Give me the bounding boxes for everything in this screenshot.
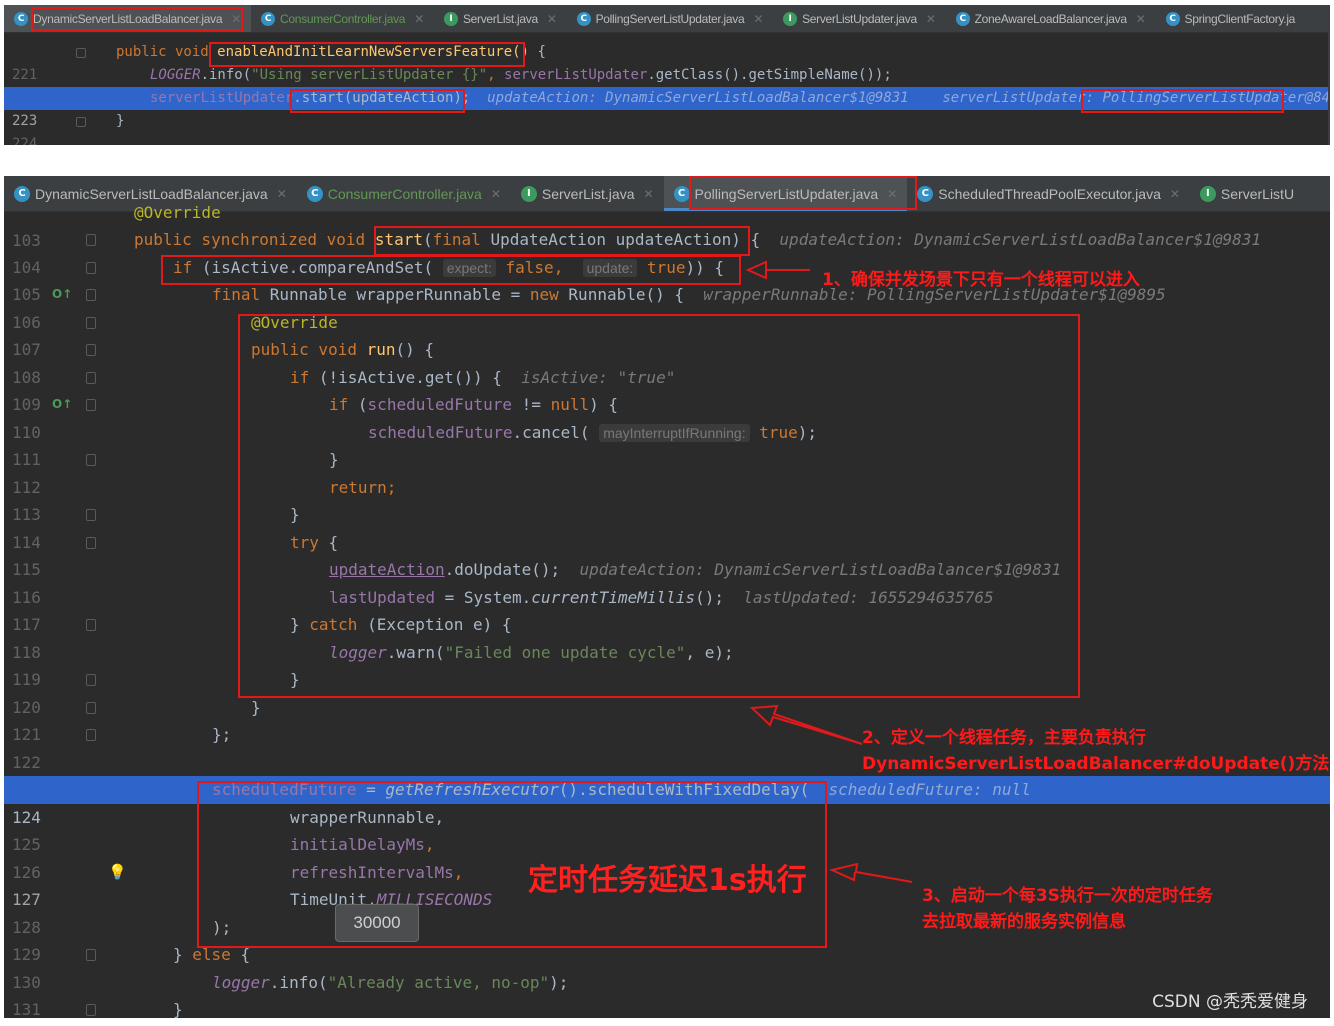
editor-panel-top: C DynamicServerListLoadBalancer.java ✕ C… <box>4 5 1330 145</box>
code-line: 115 try { <box>4 529 1330 580</box>
code-line: 120 } <box>4 666 1330 717</box>
code-line: 131 logger.info("Already active, no-op")… <box>4 969 1330 1019</box>
tab-zone-aware-load-balancer[interactable]: C ZoneAwareLoadBalancer.java ✕ <box>946 5 1156 32</box>
fold-icon[interactable] <box>86 509 96 521</box>
fold-icon[interactable] <box>86 316 96 329</box>
code-line: 121 } <box>4 694 1330 745</box>
editor-panel-main: C DynamicServerListLoadBalancer.java ✕ C… <box>4 176 1330 1018</box>
tab-polling-server-list-updater[interactable]: C PollingServerListUpdater.java ✕ <box>567 5 773 32</box>
interface-i-icon: I <box>783 11 798 26</box>
fold-icon[interactable] <box>86 729 96 741</box>
lightbulb-icon[interactable]: 💡 <box>108 859 127 887</box>
code-line: 103 @Override <box>4 199 1330 250</box>
code-line: 117 lastUpdated = System.currentTimeMill… <box>4 584 1330 635</box>
code-line-current: 223 serverListUpdater.start(updateAction… <box>4 87 1330 129</box>
code-line: 222 LOGGER.info("Using serverListUpdater… <box>4 64 1330 106</box>
interface-i-icon: I <box>443 11 458 26</box>
tab-label: ZoneAwareLoadBalancer.java <box>974 11 1127 26</box>
class-c-icon: C <box>261 11 276 26</box>
code-line: 114 } <box>4 501 1330 552</box>
close-icon[interactable]: ✕ <box>547 12 557 26</box>
code-line: 113 return; <box>4 474 1330 525</box>
fold-icon[interactable] <box>86 619 96 631</box>
annotation-text: 2、定义一个线程任务，主要负责执行 <box>862 728 1146 748</box>
line-number: 224 <box>12 136 38 145</box>
code-line: 110 if (scheduledFuture != null) { <box>4 391 1330 442</box>
fold-icon[interactable] <box>86 536 96 549</box>
fold-icon[interactable] <box>86 234 96 246</box>
fold-icon[interactable] <box>86 344 96 356</box>
tab-label: ConsumerController.java <box>280 11 406 26</box>
fold-icon[interactable] <box>86 674 96 686</box>
tab-label: ServerListUpdater.java <box>802 11 917 26</box>
class-c-icon: C <box>14 11 28 26</box>
fold-icon[interactable] <box>76 48 86 58</box>
class-c-icon: C <box>576 11 591 26</box>
value-tooltip: 30000 <box>335 904 419 942</box>
code-line: 130 } else { <box>4 941 1330 992</box>
annotation-text: 3、启动一个每3S执行一次的定时任务 <box>922 886 1213 906</box>
tab-dynamic-server-list-load-balancer[interactable]: C DynamicServerListLoadBalancer.java ✕ <box>4 5 252 32</box>
code-line: 104 O↑ public synchronized void start(fi… <box>4 226 1330 301</box>
fold-icon[interactable] <box>86 289 96 301</box>
code-line: 109 if (!isActive.get()) { isActive: "tr… <box>4 364 1330 415</box>
tab-label: PollingServerListUpdater.java <box>595 11 745 26</box>
code-line: 224 } <box>4 110 1330 145</box>
code-line: 129 ); <box>4 914 1330 965</box>
editor-tab-bar: C DynamicServerListLoadBalancer.java ✕ C… <box>4 5 1330 33</box>
fold-icon[interactable] <box>86 1004 96 1016</box>
tab-spring-client-factory[interactable]: C SpringClientFactory.ja <box>1156 5 1306 32</box>
code-line: 221 public void enableAndInitLearnNewSer… <box>4 41 1330 83</box>
fold-icon[interactable] <box>76 117 86 127</box>
watermark: CSDN @秃秃爱健身 <box>1152 992 1308 1012</box>
class-c-icon: C <box>1165 11 1180 26</box>
fold-icon[interactable] <box>86 261 96 274</box>
code-line-current: 124 scheduledFuture = getRefreshExecutor… <box>4 776 1330 827</box>
tab-consumer-controller[interactable]: C ConsumerController.java ✕ <box>251 5 434 32</box>
fold-icon[interactable] <box>86 949 96 961</box>
code-line: 119 logger.warn("Failed one update cycle… <box>4 639 1330 690</box>
code-line: 118 } catch (Exception e) { <box>4 611 1330 662</box>
code-line: 116 updateAction.doUpdate(); updateActio… <box>4 556 1330 607</box>
tab-label: ServerList.java <box>462 11 538 26</box>
tab-label: SpringClientFactory.ja <box>1184 11 1296 26</box>
fold-icon[interactable] <box>86 399 96 411</box>
fold-icon[interactable] <box>86 701 96 714</box>
code-line: 111 scheduledFuture.cancel( mayInterrupt… <box>4 419 1330 470</box>
close-icon[interactable]: ✕ <box>753 12 763 26</box>
annotation-text: 1、确保并发场景下只有一个线程可以进入 <box>822 270 1140 290</box>
annotation-text: 去拉取最新的服务实例信息 <box>922 912 1126 932</box>
annotation-text: DynamicServerListLoadBalancer#doUpdate()… <box>862 754 1330 774</box>
code-line: 125 wrapperRunnable, <box>4 804 1330 855</box>
code-line: 107 @Override <box>4 309 1330 360</box>
code-line: 112 } <box>4 446 1330 497</box>
close-icon[interactable]: ✕ <box>231 12 241 26</box>
code-area[interactable]: 221 public void enableAndInitLearnNewSer… <box>4 33 1330 145</box>
close-icon[interactable]: ✕ <box>1136 12 1146 26</box>
close-icon[interactable]: ✕ <box>926 12 936 26</box>
code-line: 132 } <box>4 996 1330 1018</box>
tab-label: DynamicServerListLoadBalancer.java <box>33 11 223 26</box>
annotation-title: 定时任务延迟1s执行 <box>528 863 807 898</box>
tab-server-list[interactable]: I ServerList.java ✕ <box>434 5 567 32</box>
fold-icon[interactable] <box>86 371 96 384</box>
code-line: 108 O↑ public void run() { <box>4 336 1330 411</box>
close-icon[interactable]: ✕ <box>414 12 424 26</box>
divider <box>1328 5 1330 145</box>
class-c-icon: C <box>955 11 970 26</box>
fold-icon[interactable] <box>86 454 96 466</box>
tab-server-list-updater[interactable]: I ServerListUpdater.java ✕ <box>773 5 946 32</box>
